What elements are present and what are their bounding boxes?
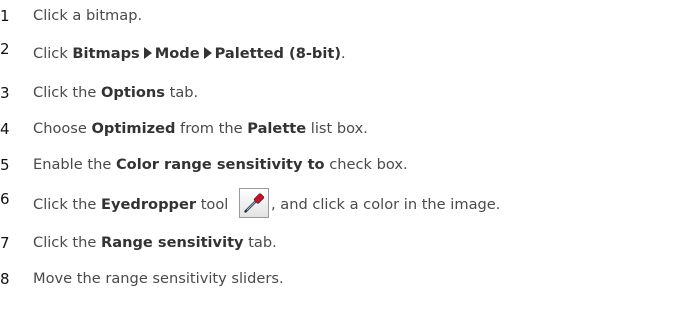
step-text: Move the range sensitivity sliders. (33, 263, 284, 295)
step-text-part: from the (175, 120, 248, 137)
step-text-part: check box. (324, 156, 408, 173)
step-number: 2 (0, 40, 10, 58)
step-text-part: Enable the (33, 156, 116, 173)
step-number: 5 (0, 156, 10, 174)
step-number: 7 (0, 234, 10, 252)
step-text: Click the Eyedropper tool , and click a … (33, 188, 501, 221)
step-text: Click the Range sensitivity tab. (33, 227, 277, 259)
step-text: Click Bitmaps Mode Paletted (8-bit). (33, 38, 346, 70)
step-text-part: . (341, 45, 346, 62)
step-number: 8 (0, 270, 10, 288)
step-text-part: Click the (33, 196, 102, 213)
step-4: 4 Choose Optimized from the Palette list… (0, 113, 686, 145)
step-text-part: tab. (164, 84, 199, 101)
step-2: 2 Click Bitmaps Mode Paletted (8-bit). (0, 38, 686, 70)
range-sensitivity-tab-label: Range sensitivity (101, 234, 244, 251)
step-text-part: Click the (33, 84, 102, 101)
step-3: 3 Click the Options tab. (0, 77, 686, 109)
palette-label: Palette (247, 120, 307, 137)
step-text-part: tab. (243, 234, 277, 251)
menu-mode: Mode (154, 45, 200, 62)
step-8: 8 Move the range sensitivity sliders. (0, 263, 686, 295)
step-text: Enable the Color range sensitivity to ch… (33, 149, 408, 181)
options-tab-label: Options (101, 84, 165, 101)
step-text-part: Click the (33, 234, 102, 251)
step-text: Click the Options tab. (33, 77, 198, 109)
step-text-part: , and click a color in the image. (270, 196, 501, 213)
step-text: Click a bitmap. (33, 0, 142, 32)
step-number: 3 (0, 84, 10, 102)
step-number: 4 (0, 120, 10, 138)
menu-arrow-icon (203, 47, 212, 59)
eyedropper-icon (238, 188, 269, 218)
step-text: Choose Optimized from the Palette list b… (33, 113, 368, 145)
step-number: 6 (0, 190, 10, 208)
step-text-part: Click (33, 45, 73, 62)
menu-bitmaps: Bitmaps (72, 45, 140, 62)
eyedropper-label: Eyedropper (101, 196, 197, 213)
step-text-part: tool (196, 196, 233, 213)
menu-paletted: Paletted (8-bit) (214, 45, 342, 62)
step-5: 5 Enable the Color range sensitivity to … (0, 149, 686, 181)
step-1: 1 Click a bitmap. (0, 0, 686, 32)
step-text-part: list box. (306, 120, 368, 137)
step-text-part: Choose (33, 120, 92, 137)
step-7: 7 Click the Range sensitivity tab. (0, 227, 686, 259)
step-number: 1 (0, 7, 10, 25)
step-text-part: Click a bitmap. (33, 7, 143, 24)
step-6: 6 Click the Eyedropper tool , and click … (0, 188, 686, 221)
color-range-checkbox-label: Color range sensitivity to (115, 156, 325, 173)
optimized-label: Optimized (91, 120, 176, 137)
step-text-part: Move the range sensitivity sliders. (33, 270, 284, 287)
menu-arrow-icon (143, 47, 152, 59)
